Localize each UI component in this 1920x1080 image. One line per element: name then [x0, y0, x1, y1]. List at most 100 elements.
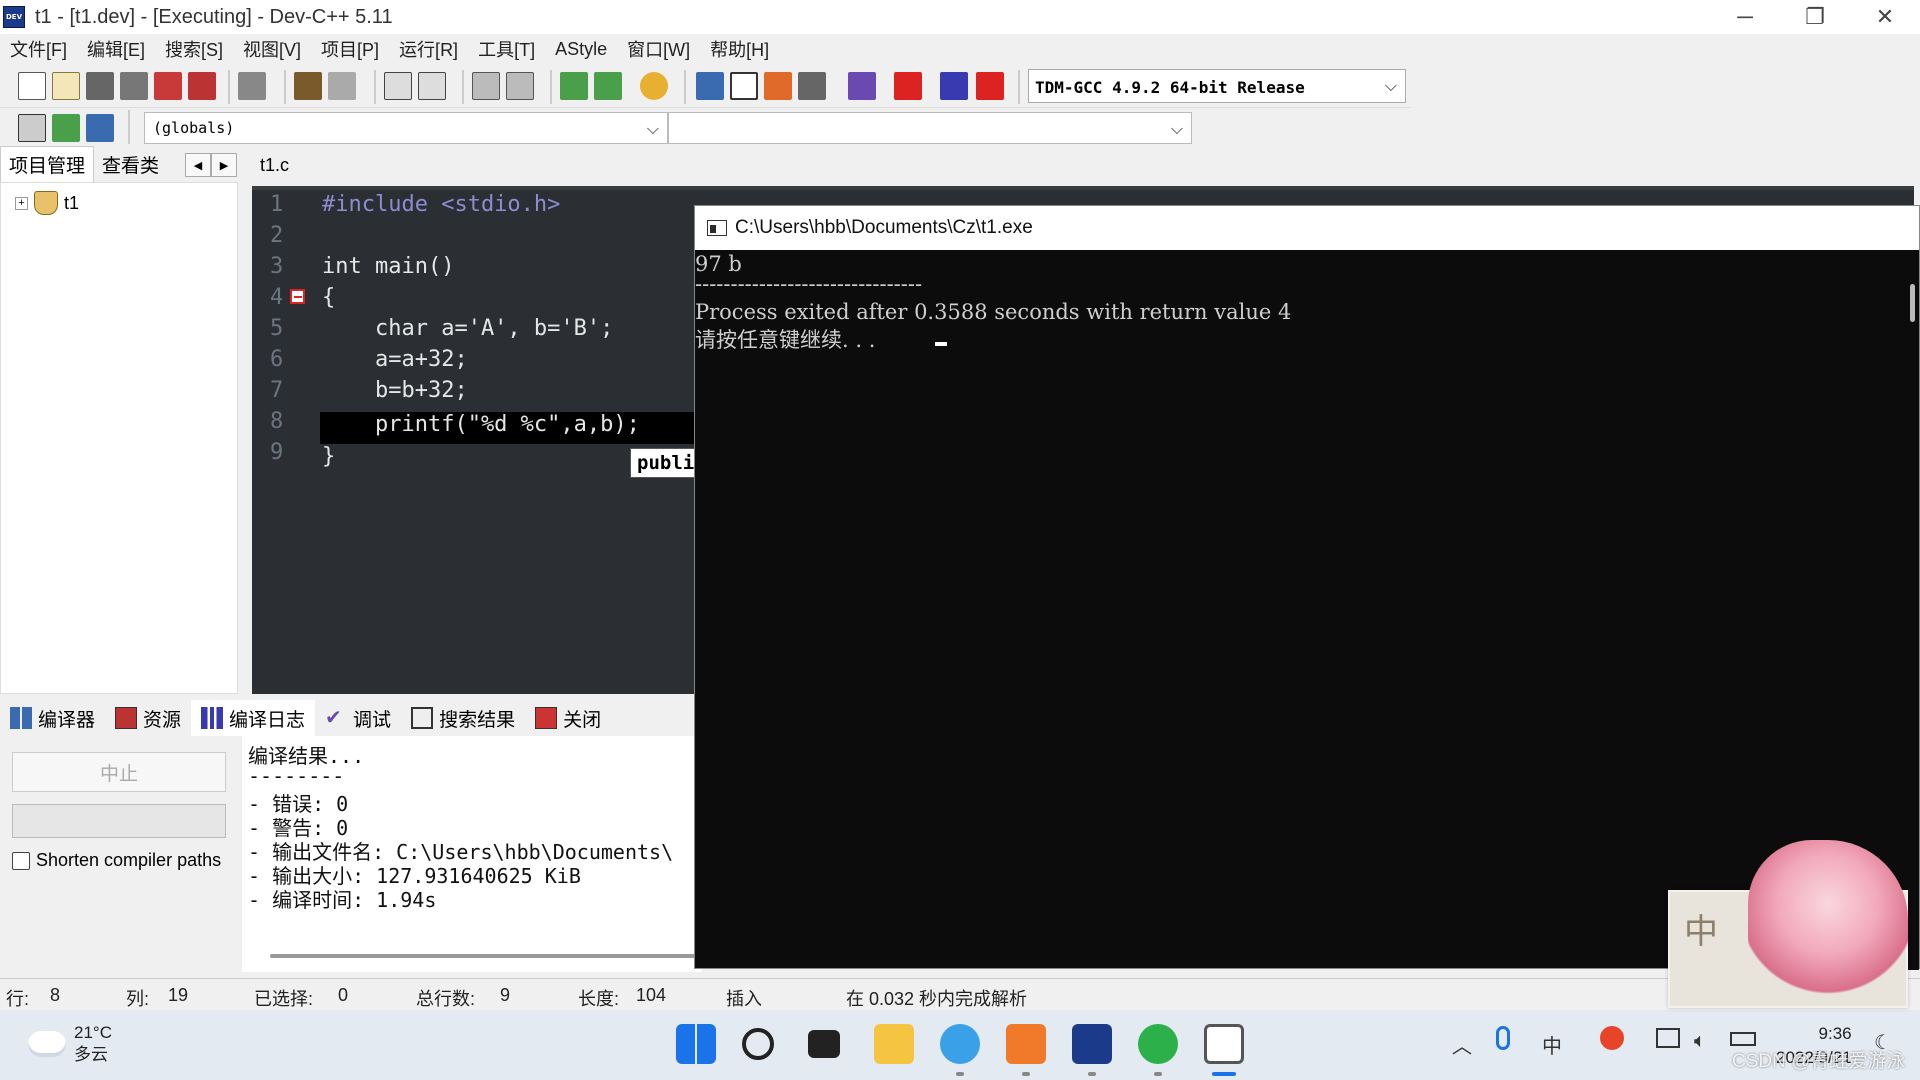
tree-item-project[interactable]: + t1 — [15, 191, 79, 215]
search-icon[interactable] — [742, 1028, 774, 1060]
new-file-icon[interactable] — [18, 72, 46, 100]
bookmark-icon[interactable] — [86, 114, 114, 142]
stop-execution-icon[interactable] — [894, 72, 922, 100]
goto-declaration-icon[interactable] — [18, 114, 46, 142]
syntax-check-icon[interactable] — [848, 72, 876, 100]
shorten-paths-option[interactable]: Shorten compiler paths — [12, 850, 221, 871]
menu-file[interactable]: 文件[F] — [0, 36, 77, 62]
tab-class-browser[interactable]: 查看类 — [94, 147, 167, 182]
console-title-bar[interactable]: C:\Users\hbb\Documents\Cz\t1.exe — [695, 206, 1919, 250]
running-indicator — [1154, 1072, 1162, 1076]
replace-icon[interactable] — [418, 72, 446, 100]
print-icon[interactable] — [238, 72, 266, 100]
status-selection-label: 已选择: — [254, 989, 314, 1009]
anime-character-image — [1748, 840, 1908, 1000]
code-line: int main() — [322, 254, 455, 279]
tab-project-manager[interactable]: 项目管理 — [0, 146, 95, 182]
desktop-pet-image[interactable]: 中 — [1668, 840, 1918, 1008]
undo-icon[interactable] — [294, 72, 322, 100]
profile-chart-icon[interactable] — [940, 72, 968, 100]
tab-label: 关闭 — [563, 709, 602, 731]
member-combo[interactable]: ⌵ — [668, 112, 1192, 144]
battery-icon[interactable] — [1730, 1032, 1756, 1046]
fold-collapse-icon[interactable] — [290, 289, 305, 304]
tab-debug[interactable]: ✔ 调试 — [315, 700, 401, 736]
console-app-icon — [707, 220, 727, 236]
goto-definition-icon[interactable] — [52, 114, 80, 142]
log-horizontal-scrollbar[interactable] — [270, 954, 700, 958]
ime-indicator[interactable]: 中 — [1542, 1030, 1562, 1059]
menu-window[interactable]: 窗口[W] — [617, 36, 700, 62]
code-line: a=a+32; — [322, 347, 468, 372]
expand-icon[interactable]: + — [15, 196, 28, 210]
console-taskbar-icon[interactable] — [1204, 1024, 1244, 1064]
save-icon[interactable] — [86, 72, 114, 100]
abort-button[interactable]: 中止 — [12, 752, 226, 792]
find-icon[interactable] — [384, 72, 412, 100]
add-to-project-icon[interactable] — [560, 72, 588, 100]
restore-button[interactable]: ❐ — [1780, 0, 1850, 34]
menu-edit[interactable]: 编辑[E] — [77, 36, 155, 62]
weather-widget[interactable]: 21°C 多云 — [22, 1022, 112, 1066]
scope-combo[interactable]: (globals) ⌵ — [144, 112, 668, 144]
menu-help[interactable]: 帮助[H] — [700, 36, 779, 62]
arrow-left-icon[interactable]: ◀ — [185, 153, 211, 177]
console-output-line: -------------------------------- — [695, 272, 923, 296]
menu-view[interactable]: 视图[V] — [233, 36, 311, 62]
close-file-icon[interactable] — [154, 72, 182, 100]
close-all-icon[interactable] — [188, 72, 216, 100]
wechat-icon[interactable] — [1138, 1024, 1178, 1064]
compile-progress-bar — [12, 804, 226, 838]
rebuild-all-icon[interactable] — [798, 72, 826, 100]
active-indicator — [1212, 1072, 1236, 1076]
windows-start-icon[interactable] — [676, 1024, 716, 1064]
edge-browser-icon[interactable] — [940, 1024, 980, 1064]
close-button[interactable]: ✕ — [1850, 0, 1920, 34]
cloudy-weather-icon — [22, 1023, 66, 1057]
menu-tools[interactable]: 工具[T] — [468, 36, 545, 62]
tab-compiler[interactable]: 编译器 — [0, 700, 105, 736]
log-line: - 编译时间: 1.94s — [248, 888, 437, 912]
sogou-input-icon[interactable] — [1600, 1026, 1624, 1050]
tab-label: 资源 — [143, 709, 182, 731]
shorten-paths-checkbox[interactable] — [12, 851, 30, 870]
volume-icon[interactable]: 🔈︎ — [1694, 1030, 1706, 1053]
console-cursor — [935, 342, 947, 346]
tab-close[interactable]: 关闭 — [525, 700, 611, 736]
menu-astyle[interactable]: AStyle — [545, 39, 617, 60]
project-options-icon[interactable] — [640, 72, 668, 100]
compile-log[interactable]: 编译结果... -------- - 错误: 0 - 警告: 0 - 输出文件名… — [242, 736, 702, 972]
redo-icon[interactable] — [328, 72, 356, 100]
console-scroll-thumb[interactable] — [1910, 284, 1915, 322]
menu-run[interactable]: 运行[R] — [389, 36, 468, 62]
network-icon[interactable] — [1656, 1028, 1680, 1048]
compile-icon[interactable] — [696, 72, 724, 100]
tab-search-results[interactable]: 搜索结果 — [401, 700, 525, 736]
devcpp-taskbar-icon[interactable] — [1072, 1024, 1112, 1064]
minimize-button[interactable]: ─ — [1710, 0, 1780, 34]
editor-tab-t1c[interactable]: t1.c — [252, 150, 298, 181]
indent-icon[interactable] — [472, 72, 500, 100]
unindent-icon[interactable] — [506, 72, 534, 100]
delete-profile-icon[interactable] — [976, 72, 1004, 100]
devcpp-app-icon[interactable]: DEV — [3, 6, 25, 28]
chevron-up-icon[interactable]: ︿ — [1452, 1030, 1472, 1059]
open-file-icon[interactable] — [52, 72, 80, 100]
line-number: 9 — [270, 440, 284, 465]
pdf-app-icon[interactable] — [1006, 1024, 1046, 1064]
menu-search[interactable]: 搜索[S] — [155, 36, 233, 62]
run-icon[interactable] — [730, 72, 758, 100]
compile-run-icon[interactable] — [764, 72, 792, 100]
weather-desc: 多云 — [74, 1045, 108, 1064]
task-view-icon[interactable] — [808, 1030, 840, 1058]
microphone-icon[interactable] — [1496, 1026, 1510, 1050]
remove-from-project-icon[interactable] — [594, 72, 622, 100]
line-gutter: 1 2 3 4 5 6 7 8 9 — [252, 190, 316, 694]
arrow-right-icon[interactable]: ▶ — [211, 153, 237, 177]
tab-compile-log[interactable]: 编译日志 — [191, 700, 316, 736]
save-all-icon[interactable] — [120, 72, 148, 100]
tab-resources[interactable]: 资源 — [105, 700, 191, 736]
file-explorer-icon[interactable] — [874, 1024, 914, 1064]
compiler-select[interactable]: TDM-GCC 4.9.2 64-bit Release ⌵ — [1028, 69, 1406, 103]
menu-project[interactable]: 项目[P] — [311, 36, 389, 62]
